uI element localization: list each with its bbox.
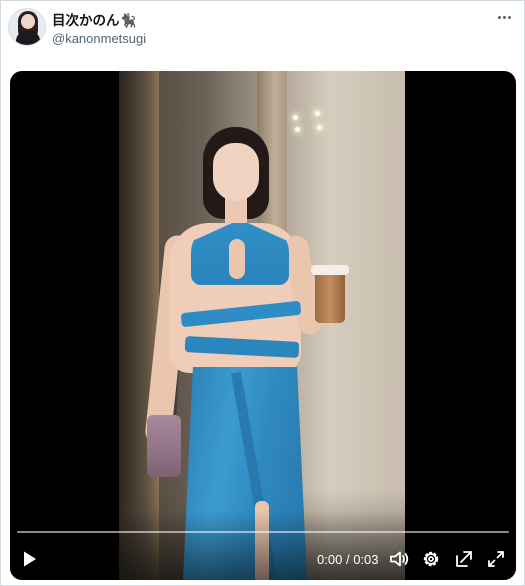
current-time: 0:00 [317,552,343,567]
play-icon [24,551,36,567]
video-time: 0:00 / 0:03 [317,552,379,567]
play-button[interactable] [18,548,40,570]
duration: 0:03 [353,552,379,567]
settings-button[interactable] [420,548,442,570]
picture-in-picture-icon [456,551,472,567]
author-display-name[interactable]: 目次かのん🐈‍⬛ [52,9,136,29]
tweet-header: 目次かのん🐈‍⬛ @kanonmetsugi [1,1,524,61]
video-frame[interactable] [119,71,405,580]
time-separator: / [345,552,350,567]
coffee-cup [315,271,345,323]
fullscreen-icon [488,551,504,567]
video-player[interactable]: 0:00 / 0:03 [10,71,516,580]
volume-button[interactable] [388,548,410,570]
picture-in-picture-button[interactable] [453,548,475,570]
volume-icon [390,551,409,567]
more-options-button[interactable] [494,9,514,25]
more-horizontal-icon [497,15,501,19]
handbag [147,415,181,477]
avatar[interactable] [8,8,46,46]
video-progress-bar[interactable] [17,531,509,533]
author-handle[interactable]: @kanonmetsugi [52,31,146,46]
fullscreen-button[interactable] [485,548,507,570]
settings-gear-icon [423,551,439,567]
tweet-card: 目次かのん🐈‍⬛ @kanonmetsugi [0,0,525,586]
